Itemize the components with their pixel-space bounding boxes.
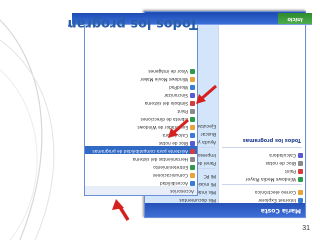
menu-item[interactable]: Mis documentos (145, 195, 218, 203)
all-programs-button[interactable]: Todos los programas (219, 135, 305, 145)
program-icon (190, 125, 195, 130)
submenu-item[interactable]: Visor de imágenes (85, 66, 197, 74)
program-icon (298, 177, 303, 182)
program-icon (190, 69, 195, 74)
red-arrow (196, 84, 217, 104)
submenu-item[interactable]: Asistente para compatibilidad de program… (85, 146, 197, 154)
program-icon (190, 173, 195, 178)
program-icon (190, 109, 195, 114)
start-button[interactable]: Inicio (278, 13, 312, 24)
program-icon (190, 77, 195, 82)
submenu-item[interactable]: Símbolo del sistema (85, 98, 197, 106)
menu-item[interactable]: Paint (219, 166, 305, 174)
menu-item[interactable]: Correo electrónico (219, 187, 305, 195)
program-icon (298, 161, 303, 166)
all-programs-label: Todos los programas (68, 16, 198, 31)
page-number: 31 (302, 225, 310, 232)
program-icon (298, 198, 303, 203)
submenu-item[interactable]: Entretenimiento (85, 162, 197, 170)
menu-item[interactable]: Windows Media Player (219, 174, 305, 182)
submenu-header: Accesorios (85, 186, 197, 195)
programs-submenu: Accesorios Accesibilidad Comunicaciones En… (84, 24, 198, 196)
submenu-item[interactable]: Sincronizar (85, 90, 197, 98)
program-icon (190, 141, 195, 146)
program-icon (298, 153, 303, 158)
start-menu-header: Maria Costa (145, 203, 305, 217)
program-icon (190, 181, 195, 186)
program-icon (190, 157, 195, 162)
submenu-item[interactable]: WordPad (85, 82, 197, 90)
program-icon (190, 117, 195, 122)
submenu-item[interactable]: Windows Movie Maker (85, 74, 197, 82)
submenu-item[interactable]: Herramientas del sistema (85, 154, 197, 162)
divider (222, 147, 302, 148)
rotated-screenshot: Maria Costa Internet Explorer Correo ele… (68, 6, 318, 226)
menu-item[interactable]: Internet Explorer (219, 195, 305, 203)
menu-item[interactable]: Bloc de notas (219, 158, 305, 166)
pinned-programs-list: Internet Explorer Correo electrónico Win… (218, 22, 305, 203)
divider (222, 184, 302, 185)
program-icon (190, 133, 195, 138)
submenu-item[interactable]: Accesibilidad (85, 178, 197, 186)
program-icon (298, 190, 303, 195)
program-icon (190, 149, 195, 154)
program-icon (298, 169, 303, 174)
red-arrow (112, 199, 130, 221)
submenu-item[interactable]: Comunicaciones (85, 170, 197, 178)
submenu-item[interactable]: Paint (85, 106, 197, 114)
menu-item[interactable]: Calculadora (219, 150, 305, 158)
program-icon (190, 165, 195, 170)
red-arrow (168, 118, 189, 138)
